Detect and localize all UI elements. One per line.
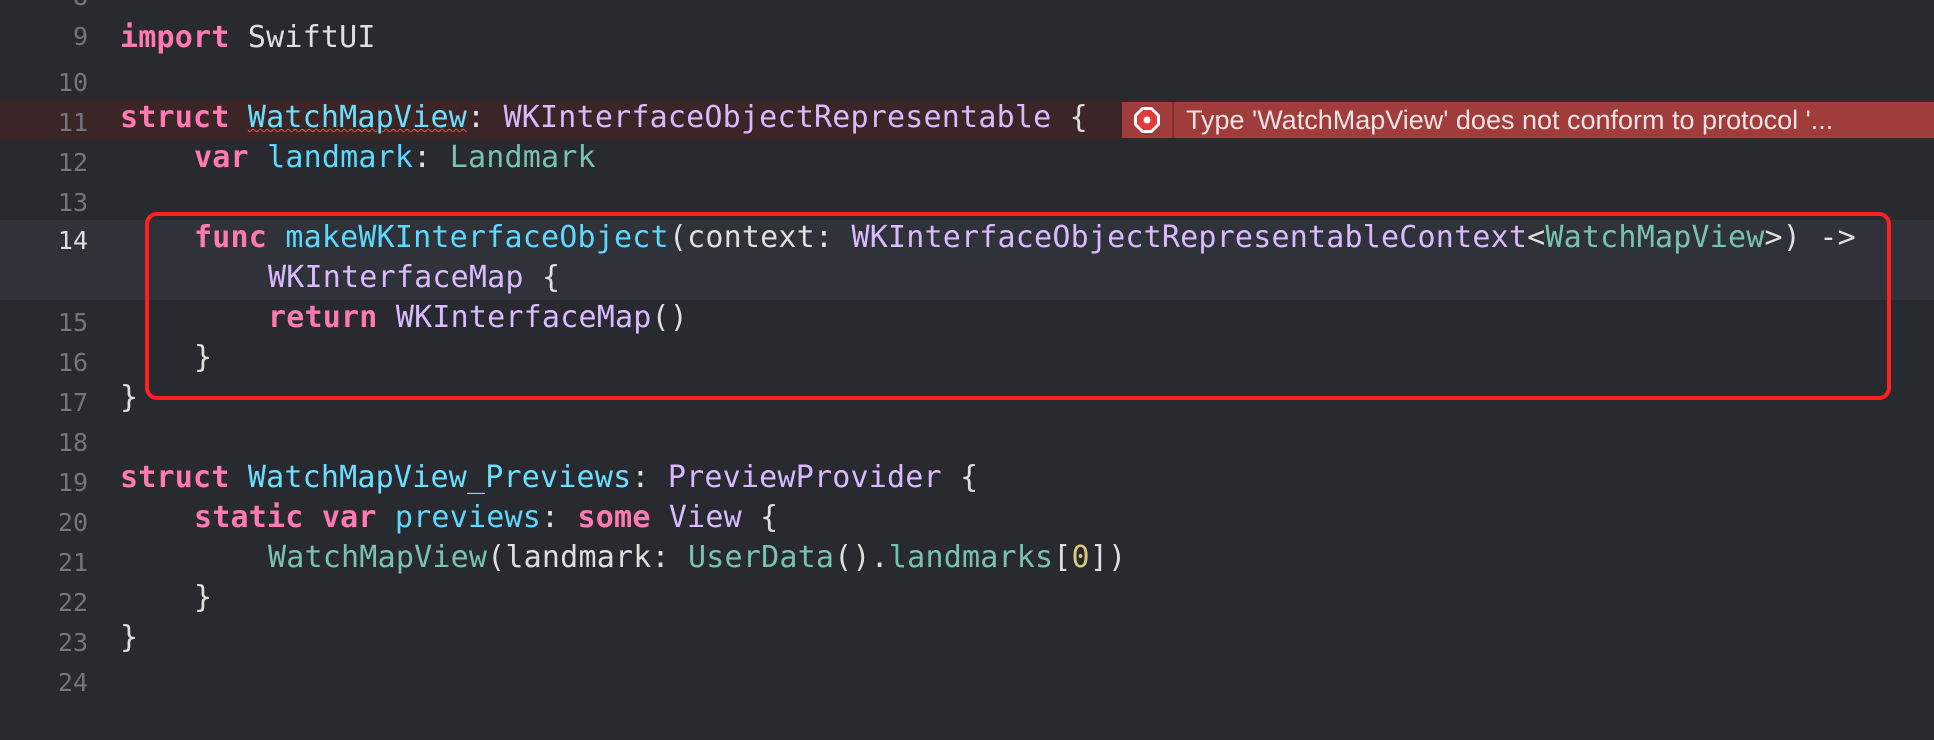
call-dot: (). <box>834 540 889 575</box>
colon: : <box>413 140 432 175</box>
error-message: Type 'WatchMapView' does not conform to … <box>1186 104 1834 135</box>
line-number: 9 <box>72 22 88 51</box>
code-text: WatchMapView(landmark: UserData().landma… <box>268 540 1126 575</box>
keyword-import: import <box>120 20 230 55</box>
type-declaration-watchmapview: WatchMapView <box>247 100 467 135</box>
code-line-21[interactable]: 21 WatchMapView(landmark: UserData().lan… <box>0 540 1934 580</box>
line-number: 15 <box>57 308 88 337</box>
line-number: 19 <box>57 468 88 497</box>
line-number: 16 <box>57 348 88 377</box>
code-text: struct WatchMapView: WKInterfaceObjectRe… <box>120 100 1088 135</box>
code-line-10[interactable]: 10 <box>0 60 1934 100</box>
colon: : <box>631 460 650 495</box>
type-declaration-previews: WatchMapView_Previews <box>247 460 632 495</box>
open-brace: { <box>960 460 979 495</box>
line-number: 12 <box>57 148 88 177</box>
code-line-22[interactable]: 22 } <box>0 580 1934 620</box>
line-number: 11 <box>57 108 88 137</box>
protocol-name: WKInterfaceObjectRepresentable <box>503 100 1052 135</box>
code-line-23[interactable]: 23 } <box>0 620 1934 660</box>
type-userdata: UserData <box>688 540 835 575</box>
close-brace: } <box>120 380 139 415</box>
number-literal: 0 <box>1071 540 1090 575</box>
code-line-24[interactable]: 24 <box>0 660 1934 700</box>
right-bracket: ]) <box>1089 540 1127 575</box>
property-landmark: landmark <box>267 140 414 175</box>
line-number: 8 <box>0 0 88 11</box>
keyword-var: var <box>194 140 249 175</box>
code-text: } <box>194 580 212 615</box>
error-stop-icon[interactable] <box>1122 102 1174 138</box>
code-text: struct WatchMapView_Previews: PreviewPro… <box>120 460 978 495</box>
line-number: 14 <box>57 226 88 255</box>
initializer-watchmapview: WatchMapView <box>268 540 488 575</box>
line-number: 21 <box>57 548 88 577</box>
close-brace: } <box>194 580 213 615</box>
type-landmark: Landmark <box>449 140 596 175</box>
left-bracket: [ <box>1053 540 1072 575</box>
code-editor[interactable]: 8 9 import SwiftUI 10 11 struct WatchMap… <box>0 0 1934 740</box>
error-annotation[interactable]: Type 'WatchMapView' does not conform to … <box>1122 102 1934 138</box>
code-line-19[interactable]: 19 struct WatchMapView_Previews: Preview… <box>0 460 1934 500</box>
code-line-18[interactable]: 18 <box>0 420 1934 460</box>
line-number: 23 <box>57 628 88 657</box>
open-brace: { <box>760 500 779 535</box>
keyword-static: static <box>194 500 304 535</box>
keyword-some: some <box>577 500 651 535</box>
code-text: } <box>120 380 138 415</box>
code-line-12[interactable]: 12 var landmark: Landmark <box>0 140 1934 180</box>
line-number: 24 <box>57 668 88 697</box>
colon: : <box>541 500 560 535</box>
colon: : <box>466 100 486 135</box>
code-text: } <box>120 620 138 655</box>
line-number: 10 <box>57 68 88 97</box>
line-number: 17 <box>57 388 88 417</box>
line-number: 22 <box>57 588 88 617</box>
code-text: var landmark: Landmark <box>194 140 596 175</box>
code-text: static var previews: some View { <box>194 500 778 535</box>
param-landmark: (landmark: <box>487 540 670 575</box>
open-brace: { <box>1069 100 1088 135</box>
code-text: import SwiftUI <box>120 20 376 55</box>
keyword-struct: struct <box>120 100 230 135</box>
line-number: 18 <box>57 428 88 457</box>
type-view: View <box>668 500 742 535</box>
module-name: SwiftUI <box>247 20 376 55</box>
highlight-annotation-box <box>145 212 1891 400</box>
line-number: 20 <box>57 508 88 537</box>
code-line-20[interactable]: 20 static var previews: some View { <box>0 500 1934 540</box>
property-previews: previews <box>394 500 541 535</box>
code-line-9[interactable]: 9 import SwiftUI <box>0 20 1934 60</box>
protocol-name: PreviewProvider <box>667 460 942 495</box>
keyword-struct: struct <box>120 460 230 495</box>
line-number: 13 <box>57 188 88 217</box>
close-brace: } <box>120 620 139 655</box>
property-landmarks: landmarks <box>888 540 1054 575</box>
keyword-var: var <box>321 500 377 535</box>
